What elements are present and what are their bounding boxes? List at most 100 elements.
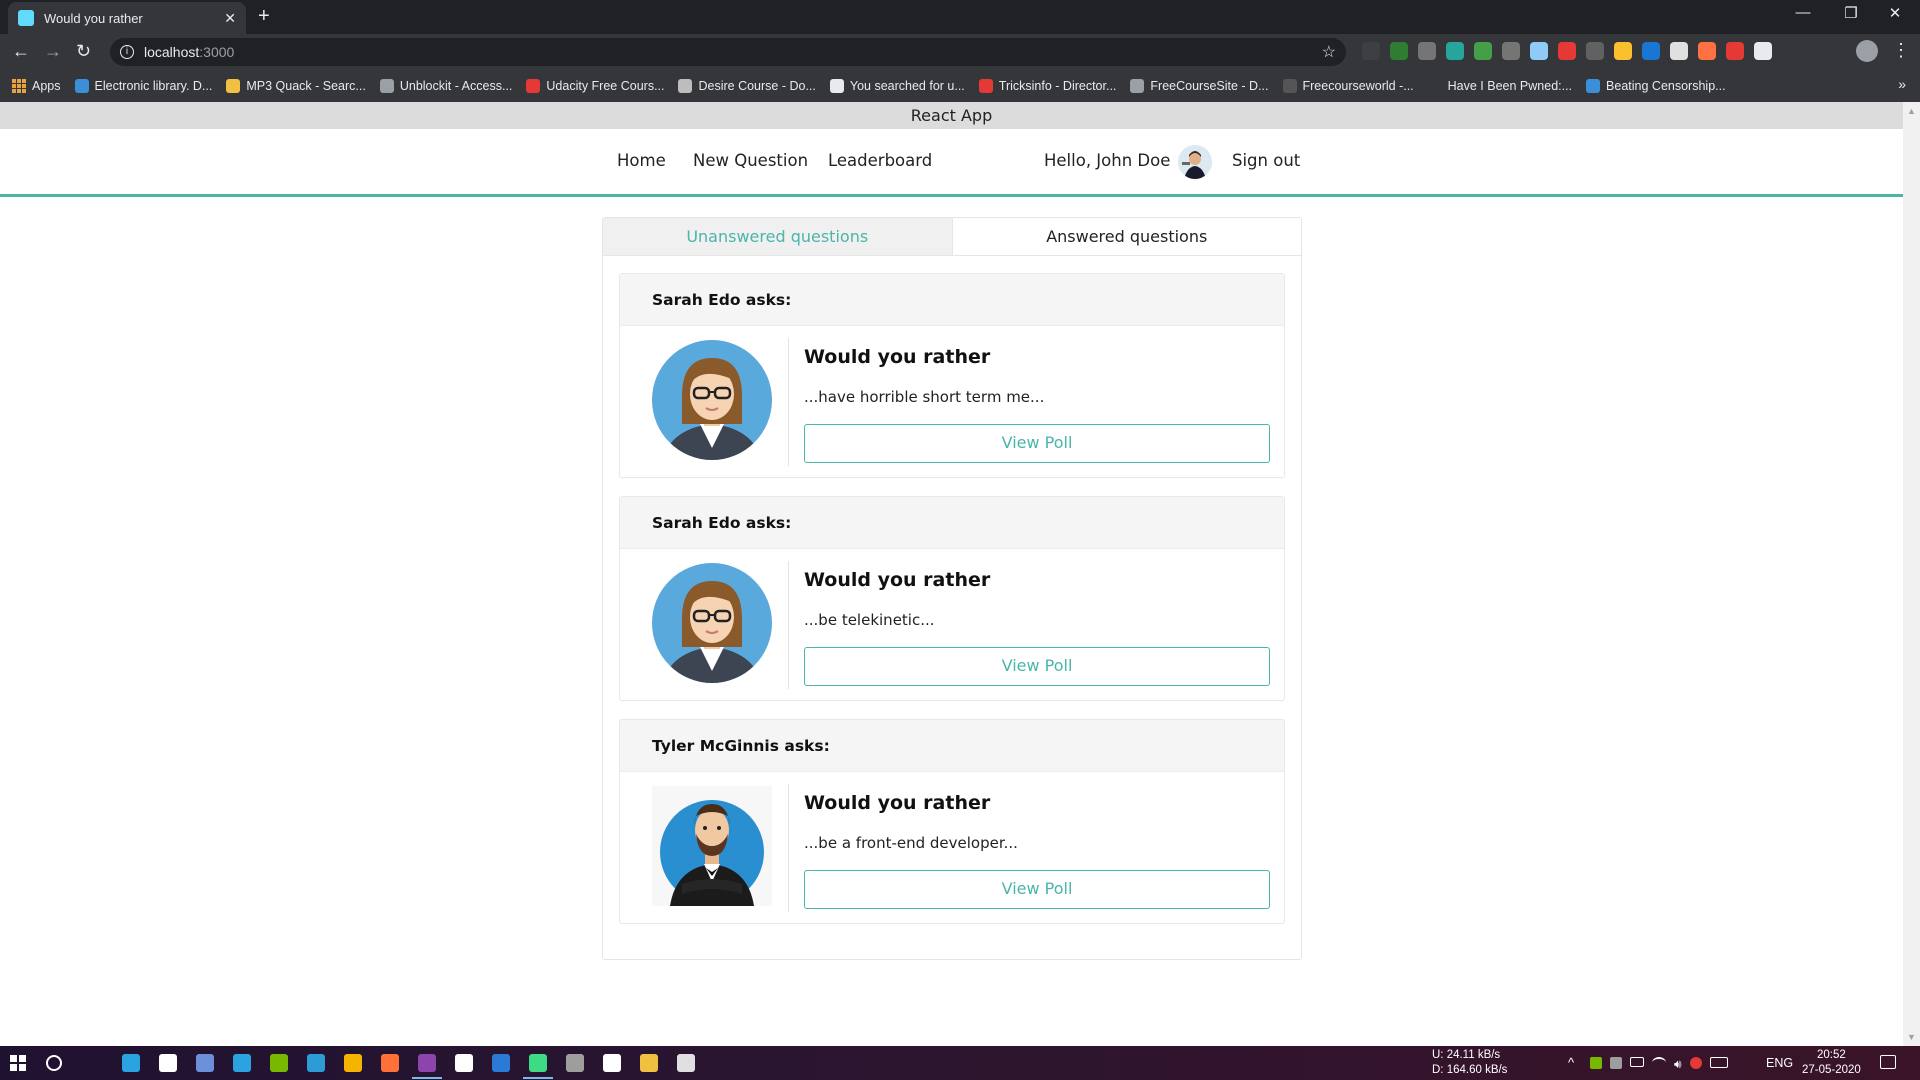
taskbar-app-icon[interactable] <box>603 1054 621 1072</box>
bookmark-label: Electronic library. D... <box>94 79 213 93</box>
extension-icon[interactable] <box>1558 42 1576 60</box>
bookmark-item[interactable]: Tricksinfo - Director... <box>978 79 1116 93</box>
taskbar-app-icon[interactable] <box>233 1054 251 1072</box>
bookmark-item[interactable]: Freecourseworld -... <box>1282 79 1414 93</box>
taskbar-app-icon[interactable] <box>455 1054 473 1072</box>
nav-home-link[interactable]: Home <box>617 151 666 170</box>
extension-icon[interactable] <box>1362 42 1380 60</box>
question-title: Would you rather <box>804 569 991 591</box>
bookmarks-bar: Apps Electronic library. D... MP3 Quack - … <box>0 70 1920 102</box>
browser-menu-icon[interactable]: ⋮ <box>1892 40 1910 61</box>
reload-icon[interactable]: ↻ <box>76 41 91 62</box>
taskbar-app-icon[interactable] <box>640 1054 658 1072</box>
tab-answered-questions[interactable]: Answered questions <box>951 218 1301 255</box>
page-scrollbar[interactable]: ▲ ▼ <box>1903 102 1920 1046</box>
view-poll-button[interactable]: View Poll <box>804 424 1270 463</box>
bookmark-item[interactable]: Have I Been Pwned:... <box>1427 79 1572 93</box>
keyboard-icon[interactable] <box>1709 1057 1728 1068</box>
restore-window-button[interactable]: ❐ <box>1828 4 1874 22</box>
extension-icon[interactable] <box>1726 42 1744 60</box>
view-poll-button[interactable]: View Poll <box>804 870 1270 909</box>
scroll-up-icon[interactable]: ▲ <box>1907 106 1916 116</box>
bookmark-favicon-icon <box>526 79 541 93</box>
security-tray-icon[interactable] <box>1689 1057 1702 1069</box>
question-preview: ...be a front-end developer... <box>804 834 1018 852</box>
nav-leaderboard-link[interactable]: Leaderboard <box>828 151 932 170</box>
profile-avatar-icon[interactable] <box>1856 40 1878 62</box>
forward-arrow-icon[interactable]: → <box>44 41 62 62</box>
bookmark-item[interactable]: Electronic library. D... <box>74 79 213 93</box>
bookmark-item[interactable]: Desire Course - Do... <box>678 79 816 93</box>
bookmark-favicon-icon <box>829 79 844 93</box>
taskbar-app-icon[interactable] <box>677 1054 695 1072</box>
extension-icon[interactable] <box>1670 42 1688 60</box>
extensions-area <box>1362 42 1772 60</box>
taskbar-app-icon[interactable] <box>381 1054 399 1072</box>
extension-icon[interactable] <box>1642 42 1660 60</box>
taskbar-app-icon[interactable] <box>122 1054 140 1072</box>
bookmarks-overflow-icon[interactable]: » <box>1898 76 1906 92</box>
bookmark-item[interactable]: Unblockit - Access... <box>379 79 512 93</box>
close-window-button[interactable]: ✕ <box>1872 4 1918 22</box>
bookmark-favicon-icon <box>678 79 693 93</box>
view-poll-button[interactable]: View Poll <box>804 647 1270 686</box>
new-tab-button[interactable]: + <box>258 5 270 28</box>
extension-icon[interactable] <box>1530 42 1548 60</box>
scroll-down-icon[interactable]: ▼ <box>1907 1032 1916 1042</box>
input-language[interactable]: ENG <box>1766 1056 1793 1070</box>
bookmark-favicon-icon <box>1282 79 1297 93</box>
extension-icon[interactable] <box>1390 42 1408 60</box>
bookmark-star-icon[interactable]: ☆ <box>1322 42 1336 62</box>
taskbar-app-icon[interactable] <box>270 1054 288 1072</box>
bookmark-item[interactable]: MP3 Quack - Searc... <box>226 79 366 93</box>
extension-icon[interactable] <box>1754 42 1772 60</box>
browser-tab[interactable]: Would you rather ✕ <box>8 2 246 34</box>
windows-start-icon[interactable] <box>10 1055 26 1071</box>
bookmark-label: Apps <box>32 79 61 93</box>
taskbar-app-icon[interactable] <box>492 1054 510 1072</box>
tray-overflow-chevron-icon[interactable]: ^ <box>1568 1055 1574 1070</box>
tab-unanswered-questions[interactable]: Unanswered questions <box>603 218 952 255</box>
taskbar-app-icon[interactable] <box>566 1054 584 1072</box>
volume-icon[interactable]: 🔊︎ <box>1674 1057 1682 1072</box>
search-icon[interactable] <box>46 1055 62 1071</box>
taskbar-app-icon[interactable] <box>159 1054 177 1072</box>
nvidia-tray-icon[interactable] <box>1590 1057 1602 1069</box>
browser-tab-strip: Would you rather ✕ + — ❐ ✕ <box>0 0 1920 34</box>
taskbar-app-icon[interactable] <box>196 1054 214 1072</box>
bookmark-item[interactable]: Beating Censorship... <box>1586 79 1726 93</box>
notifications-icon[interactable] <box>1880 1055 1896 1069</box>
taskbar-app-icon[interactable] <box>418 1054 436 1072</box>
battery-icon[interactable] <box>1630 1057 1644 1067</box>
address-bar[interactable]: i localhost:3000 ☆ <box>110 38 1346 66</box>
extension-icon[interactable] <box>1502 42 1520 60</box>
minimize-window-button[interactable]: — <box>1780 4 1826 21</box>
clock-time[interactable]: 20:52 <box>1817 1049 1846 1061</box>
extension-icon[interactable] <box>1586 42 1604 60</box>
extension-icon[interactable] <box>1418 42 1436 60</box>
taskbar-app-icon[interactable] <box>307 1054 325 1072</box>
extension-icon[interactable] <box>1446 42 1464 60</box>
app-tray-icon[interactable] <box>1610 1057 1622 1069</box>
browser-tab-title: Would you rather <box>44 10 143 26</box>
extension-icon[interactable] <box>1614 42 1632 60</box>
sign-out-link[interactable]: Sign out <box>1232 151 1300 170</box>
bookmark-label: FreeCourseSite - D... <box>1150 79 1269 93</box>
bookmark-item[interactable]: FreeCourseSite - D... <box>1130 79 1269 93</box>
extension-icon[interactable] <box>1698 42 1716 60</box>
bookmark-item[interactable]: Udacity Free Cours... <box>526 79 664 93</box>
bookmark-apps[interactable]: Apps <box>12 79 61 93</box>
browser-toolbar: ← → ↻ i localhost:3000 ☆ <box>0 34 1920 70</box>
site-info-icon[interactable]: i <box>120 45 134 59</box>
back-arrow-icon[interactable]: ← <box>12 41 30 62</box>
extension-icon[interactable] <box>1474 42 1492 60</box>
tab-close-icon[interactable]: ✕ <box>224 10 236 27</box>
question-author: Sarah Edo asks: <box>620 274 1284 326</box>
wifi-icon[interactable] <box>1652 1057 1666 1069</box>
nav-new-question-link[interactable]: New Question <box>693 151 808 170</box>
taskbar-app-icon[interactable] <box>529 1054 547 1072</box>
taskbar-app-icon[interactable] <box>344 1054 362 1072</box>
bookmark-item[interactable]: You searched for u... <box>829 79 965 93</box>
clock-date[interactable]: 27-05-2020 <box>1802 1064 1861 1076</box>
card-divider <box>788 784 789 912</box>
